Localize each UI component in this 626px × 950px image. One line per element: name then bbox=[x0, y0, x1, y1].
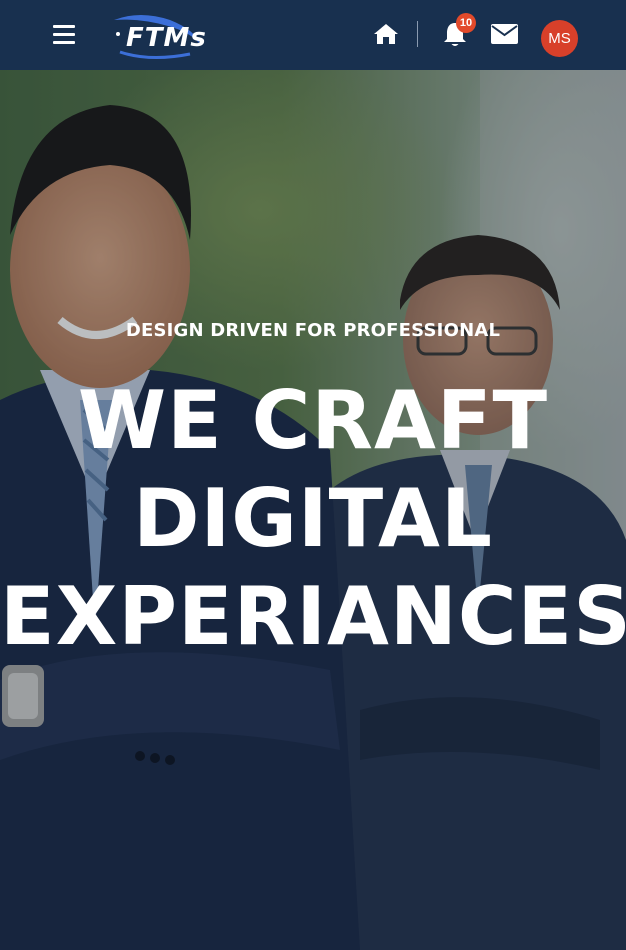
hero-eyebrow: DESIGN DRIVEN FOR PROFESSIONAL bbox=[125, 320, 501, 341]
home-icon[interactable] bbox=[373, 22, 399, 46]
user-avatar[interactable]: MS bbox=[541, 20, 578, 57]
headline-line-1: WE CRAFT bbox=[77, 374, 549, 467]
top-navbar: FTMs 10 MS bbox=[0, 0, 626, 70]
hero-section: DESIGN DRIVEN FOR PROFESSIONAL WE CRAFT … bbox=[0, 70, 626, 950]
hero-headline: WE CRAFT DIGITAL EXPERIANCES bbox=[0, 372, 626, 666]
envelope-icon[interactable] bbox=[491, 24, 518, 44]
page: FTMs 10 MS DESIGN DRIVEN FOR PROFESSIONA… bbox=[0, 0, 626, 950]
headline-line-3: EXPERIANCES bbox=[0, 570, 626, 663]
brand-logo[interactable]: FTMs bbox=[110, 10, 228, 60]
nav-divider bbox=[417, 21, 418, 47]
logo-text: FTMs bbox=[126, 23, 207, 53]
hamburger-menu-icon[interactable] bbox=[53, 25, 75, 45]
headline-line-2: DIGITAL bbox=[133, 472, 493, 565]
notification-count-badge: 10 bbox=[456, 13, 476, 33]
